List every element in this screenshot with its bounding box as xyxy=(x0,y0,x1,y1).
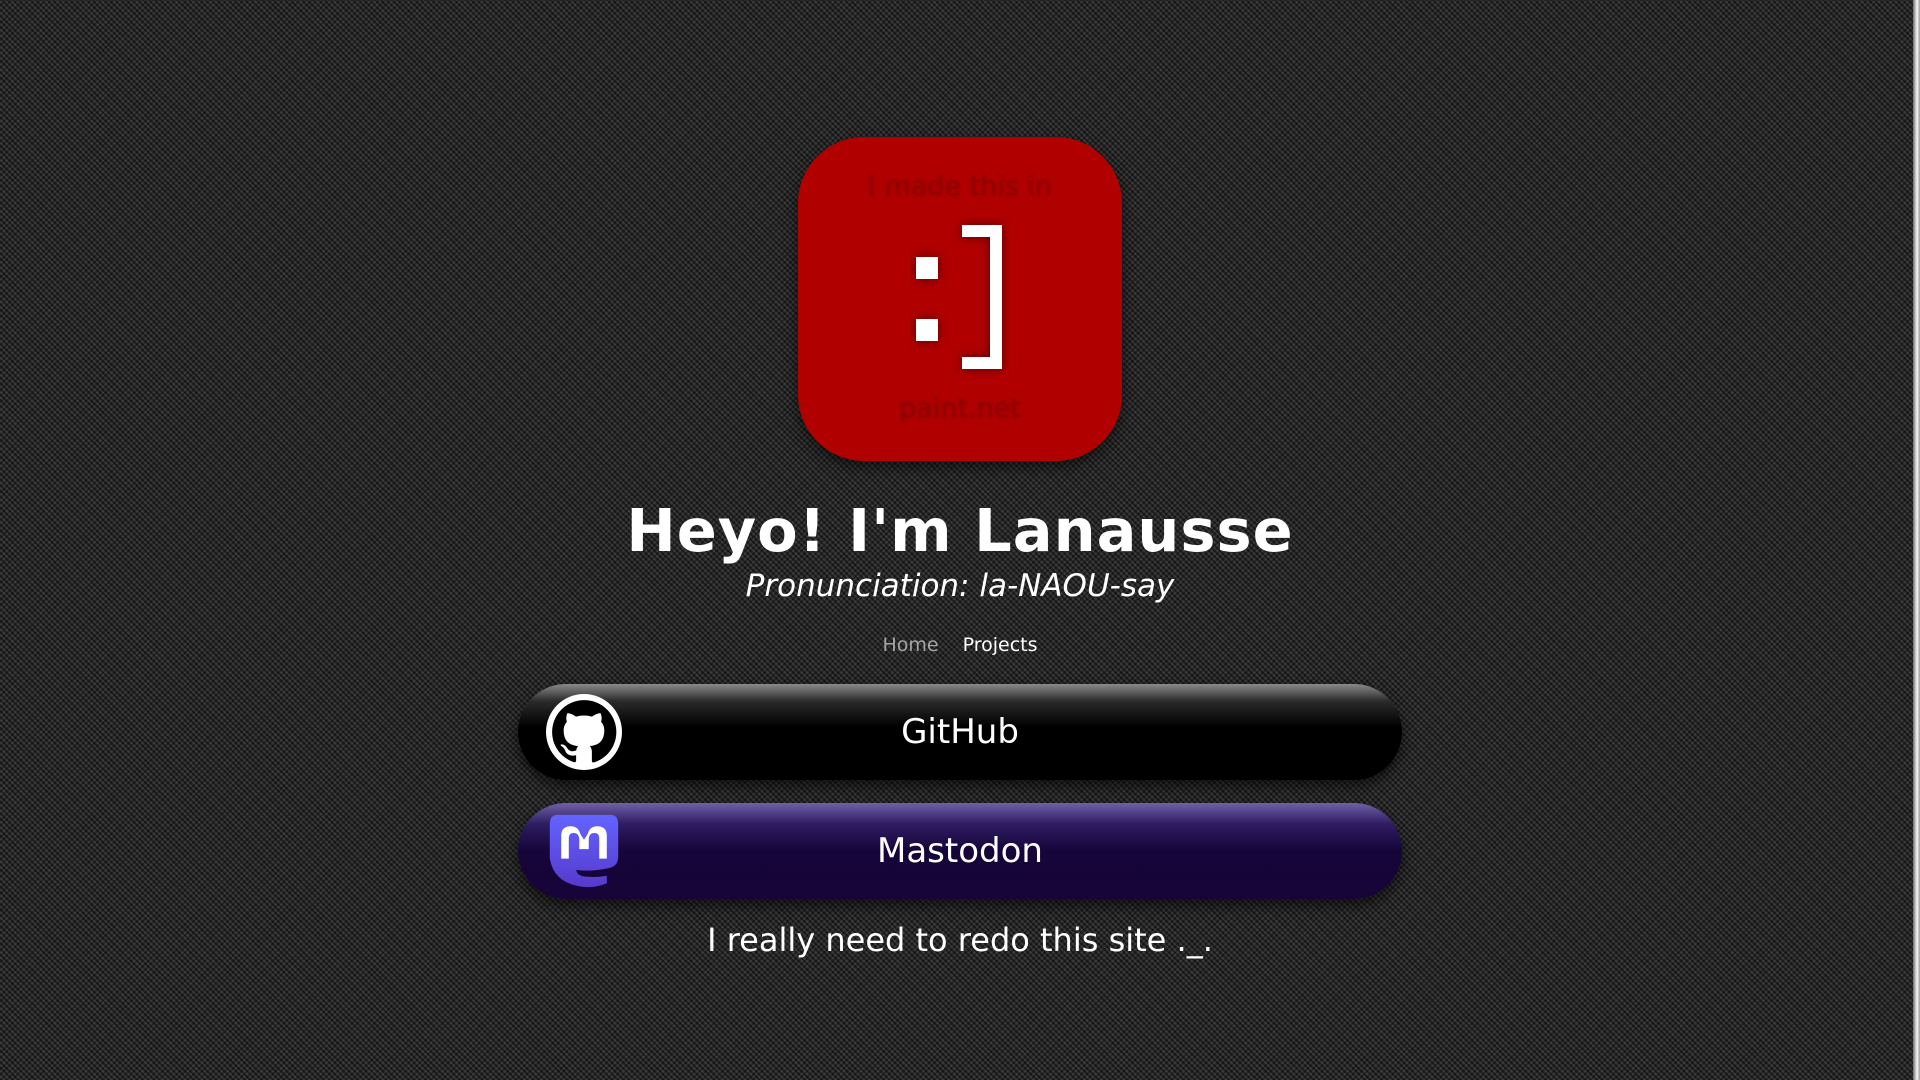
footer-note: I really need to redo this site ._. xyxy=(707,921,1213,959)
top-nav: Home Projects xyxy=(0,634,1920,656)
github-link-button[interactable]: GitHub xyxy=(518,684,1402,780)
page-title: Heyo! I'm Lanausse xyxy=(626,496,1294,565)
site-logo: I made this in paint.net xyxy=(798,137,1122,461)
mastodon-link-button[interactable]: Mastodon xyxy=(518,803,1402,899)
logo-top-text: I made this in xyxy=(867,171,1053,202)
pronunciation-subtitle: Pronunciation: la-NAOU-say xyxy=(745,568,1175,604)
nav-link-projects[interactable]: Projects xyxy=(963,634,1038,656)
page: I made this in paint.net Heyo! I'm Lanau… xyxy=(0,0,1920,1080)
github-label: GitHub xyxy=(901,712,1019,752)
mastodon-label: Mastodon xyxy=(877,831,1043,871)
smiley-face-icon xyxy=(916,225,1002,369)
vertical-scrollbar[interactable] xyxy=(1913,0,1920,1080)
logo-bottom-text: paint.net xyxy=(899,393,1021,424)
nav-link-home[interactable]: Home xyxy=(882,634,938,656)
